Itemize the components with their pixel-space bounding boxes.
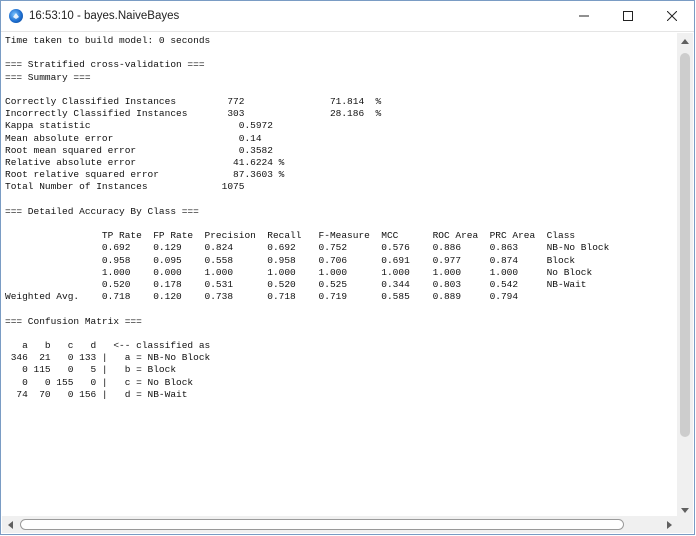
output-line: Correctly Classified Instances 772 71.81… (5, 96, 382, 108)
weka-app-icon (9, 9, 23, 23)
vertical-scrollbar[interactable] (677, 33, 693, 519)
weka-output-window: 16:53:10 - bayes.NaiveBayes Time taken t… (0, 0, 695, 535)
title-separator (1, 31, 694, 32)
output-line: Incorrectly Classified Instances 303 28.… (5, 108, 382, 120)
chevron-up-icon (681, 39, 689, 44)
output-line: 346 21 0 133 | a = NB-No Block (5, 352, 211, 364)
output-line: === Stratified cross-validation === (5, 59, 205, 71)
output-line: 74 70 0 156 | d = NB-Wait (5, 388, 188, 400)
scroll-left-button[interactable] (2, 516, 18, 533)
vertical-scroll-thumb[interactable] (680, 53, 690, 437)
window-controls (562, 1, 694, 31)
output-line: Weighted Avg. 0.718 0.120 0.738 0.718 0.… (5, 291, 519, 303)
output-line: 0 0 155 0 | c = No Block (5, 376, 194, 388)
maximize-icon (623, 11, 633, 21)
chevron-left-icon (8, 520, 13, 529)
horizontal-scroll-thumb[interactable] (20, 519, 624, 530)
window-title: 16:53:10 - bayes.NaiveBayes (29, 10, 180, 22)
output-line: 0.958 0.095 0.558 0.958 0.706 0.691 0.97… (5, 254, 576, 266)
output-line: 0.692 0.129 0.824 0.692 0.752 0.576 0.88… (5, 242, 610, 254)
output-line: Relative absolute error 41.6224 % (5, 157, 285, 169)
output-line: Mean absolute error 0.14 (5, 132, 262, 144)
output-line: 0.520 0.178 0.531 0.520 0.525 0.344 0.80… (5, 279, 587, 291)
output-text-area[interactable]: Time taken to build model: 0 seconds ===… (2, 33, 678, 517)
title-bar[interactable]: 16:53:10 - bayes.NaiveBayes (1, 1, 694, 31)
minimize-button[interactable] (562, 1, 606, 31)
scroll-up-button[interactable] (677, 33, 693, 49)
minimize-icon (579, 15, 589, 17)
output-line: Kappa statistic 0.5972 (5, 120, 273, 132)
output-line: 1.000 0.000 1.000 1.000 1.000 1.000 1.00… (5, 266, 593, 278)
scroll-right-button[interactable] (662, 516, 678, 533)
output-line: Total Number of Instances 1075 (5, 181, 245, 193)
close-icon (667, 11, 677, 21)
classifier-output-text[interactable]: Time taken to build model: 0 seconds ===… (2, 33, 678, 401)
maximize-button[interactable] (606, 1, 650, 31)
output-line: TP Rate FP Rate Precision Recall F-Measu… (5, 230, 576, 242)
horizontal-scrollbar[interactable] (2, 516, 678, 533)
scrollbar-corner (677, 516, 693, 533)
output-line: === Confusion Matrix === (5, 315, 142, 327)
chevron-down-icon (681, 508, 689, 513)
output-line: === Summary === (5, 71, 91, 83)
output-line: a b c d <-- classified as (5, 340, 211, 352)
output-line: Time taken to build model: 0 seconds (5, 35, 211, 46)
output-line: === Detailed Accuracy By Class === (5, 205, 199, 217)
chevron-right-icon (667, 520, 672, 529)
output-line: Root relative squared error 87.3603 % (5, 169, 285, 181)
output-line: 0 115 0 5 | b = Block (5, 364, 177, 376)
close-button[interactable] (650, 1, 694, 31)
output-line: Root mean squared error 0.3582 (5, 144, 273, 156)
